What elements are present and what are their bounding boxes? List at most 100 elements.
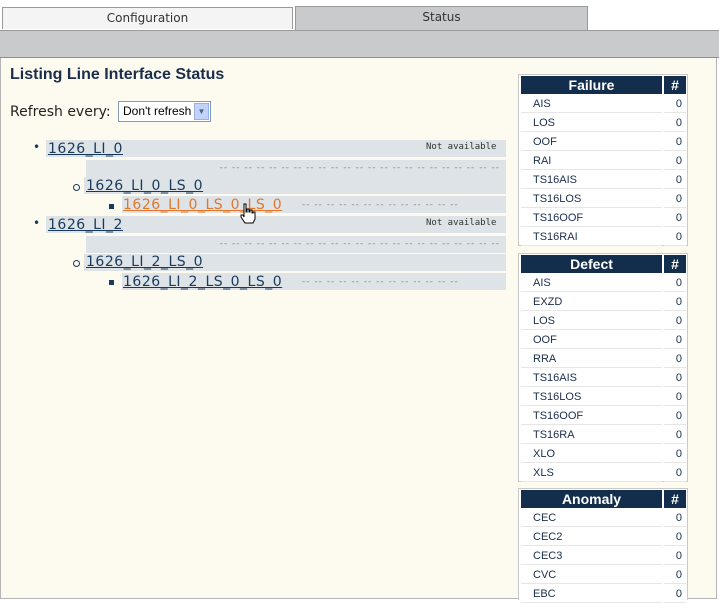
- defect-key: AIS: [521, 275, 662, 292]
- table-row: EBC 0: [519, 585, 687, 604]
- anomaly-value: 0: [664, 548, 686, 565]
- tree-link-li0-ls0-ls0[interactable]: 1626_LI_0_LS_0_LS_0: [123, 197, 282, 213]
- table-row: AIS 0: [519, 95, 687, 114]
- tree-link-li2[interactable]: 1626_LI_2: [48, 217, 123, 233]
- failure-key: LOS: [521, 115, 662, 132]
- tree-link-li0-ls0[interactable]: 1626_LI_0_LS_0: [86, 178, 203, 194]
- tab-bar: Configuration Status: [0, 0, 719, 31]
- defect-value: 0: [664, 275, 686, 292]
- anomaly-key: CEC3: [521, 548, 662, 565]
- table-row: RAI 0: [519, 152, 687, 171]
- tree-link-li0[interactable]: 1626_LI_0: [48, 141, 123, 157]
- anomaly-value: 0: [664, 510, 686, 527]
- anomaly-count-header: #: [664, 490, 686, 508]
- bullet-icon: •: [33, 140, 41, 154]
- defect-key: TS16OOF: [521, 408, 662, 425]
- circle-bullet-icon: [73, 184, 80, 191]
- defect-value: 0: [664, 332, 686, 349]
- defect-key: RRA: [521, 351, 662, 368]
- defect-key: XLO: [521, 446, 662, 463]
- defect-key: XLS: [521, 465, 662, 482]
- table-row: TS16LOS 0: [519, 388, 687, 407]
- square-bullet-icon: [109, 280, 114, 285]
- defect-key: TS16LOS: [521, 389, 662, 406]
- table-row: XLS 0: [519, 464, 687, 483]
- refresh-select[interactable]: Don't refresh ▼: [118, 101, 211, 122]
- table-row: TS16AIS 0: [519, 171, 687, 190]
- table-row: CEC2 0: [519, 528, 687, 547]
- table-row: XLO 0: [519, 445, 687, 464]
- defect-value: 0: [664, 351, 686, 368]
- table-row: CVC 0: [519, 566, 687, 585]
- failure-value: 0: [664, 96, 686, 113]
- bullet-icon: •: [33, 216, 41, 230]
- defect-value: 0: [664, 446, 686, 463]
- refresh-label: Refresh every:: [10, 104, 111, 120]
- failure-key: TS16OOF: [521, 210, 662, 227]
- status-text-li0: Not available: [426, 142, 497, 152]
- anomaly-key: CVC: [521, 567, 662, 584]
- failure-header: Failure: [521, 76, 662, 94]
- tab-content-header: [0, 30, 719, 58]
- defect-count-header: #: [664, 255, 686, 273]
- anomaly-header: Anomaly: [521, 490, 662, 508]
- circle-bullet-icon: [73, 260, 80, 267]
- failure-value: 0: [664, 229, 686, 246]
- anomaly-value: 0: [664, 529, 686, 546]
- defect-key: TS16RA: [521, 427, 662, 444]
- defect-value: 0: [664, 427, 686, 444]
- table-row: OOF 0: [519, 331, 687, 350]
- table-row: CEC3 0: [519, 547, 687, 566]
- anomaly-key: CEC: [521, 510, 662, 527]
- tree-row-dots: -- -- -- -- -- -- -- -- -- -- -- -- --: [302, 200, 459, 210]
- table-row: EXZD 0: [519, 293, 687, 312]
- table-row: TS16RAI 0: [519, 228, 687, 247]
- table-row: TS16RA 0: [519, 426, 687, 445]
- defect-key: LOS: [521, 313, 662, 330]
- defect-value: 0: [664, 313, 686, 330]
- failure-value: 0: [664, 134, 686, 151]
- square-bullet-icon: [109, 204, 114, 209]
- status-text-li2: Not available: [426, 218, 497, 228]
- table-row: TS16AIS 0: [519, 369, 687, 388]
- table-row: TS16OOF 0: [519, 209, 687, 228]
- tab-status[interactable]: Status: [295, 6, 588, 31]
- table-row: OOF 0: [519, 133, 687, 152]
- failure-key: AIS: [521, 96, 662, 113]
- table-row: LOS 0: [519, 114, 687, 133]
- anomaly-key: CEC2: [521, 529, 662, 546]
- failure-value: 0: [664, 210, 686, 227]
- tree-link-li2-ls0[interactable]: 1626_LI_2_LS_0: [86, 254, 203, 270]
- failure-value: 0: [664, 115, 686, 132]
- failure-value: 0: [664, 172, 686, 189]
- page-title: Listing Line Interface Status: [10, 66, 225, 83]
- table-row: TS16OOF 0: [519, 407, 687, 426]
- failure-table: Failure # AIS 0 LOS 0 OOF 0 RAI 0 TS16AIS 0 T…: [518, 74, 688, 246]
- defect-value: 0: [664, 408, 686, 425]
- tab-configuration[interactable]: Configuration: [2, 7, 293, 29]
- tree-link-li2-ls0-ls0[interactable]: 1626_LI_2_LS_0_LS_0: [123, 274, 282, 290]
- failure-key: OOF: [521, 134, 662, 151]
- defect-value: 0: [664, 465, 686, 482]
- chevron-down-icon[interactable]: ▼: [194, 103, 209, 120]
- tree-row-dots: -- -- -- -- -- -- -- -- -- -- -- -- -- -…: [86, 236, 506, 253]
- failure-value: 0: [664, 191, 686, 208]
- table-row: RRA 0: [519, 350, 687, 369]
- tree-row-dots: -- -- -- -- -- -- -- -- -- -- -- -- -- -…: [86, 160, 506, 177]
- table-row: TS16LOS 0: [519, 190, 687, 209]
- defect-value: 0: [664, 294, 686, 311]
- defect-value: 0: [664, 370, 686, 387]
- defect-key: OOF: [521, 332, 662, 349]
- defect-table: Defect # AIS 0 EXZD 0 LOS 0 OOF 0 RRA 0 TS16A…: [518, 253, 688, 482]
- failure-key: RAI: [521, 153, 662, 170]
- failure-value: 0: [664, 153, 686, 170]
- failure-count-header: #: [664, 76, 686, 94]
- defect-header: Defect: [521, 255, 662, 273]
- failure-key: TS16LOS: [521, 191, 662, 208]
- anomaly-key: EBC: [521, 586, 662, 603]
- anomaly-value: 0: [664, 567, 686, 584]
- hand-cursor-icon: [240, 203, 256, 224]
- anomaly-table: Anomaly # CEC 0 CEC2 0 CEC3 0 CVC 0 EBC 0: [518, 488, 688, 603]
- table-row: CEC 0: [519, 509, 687, 528]
- defect-key: TS16AIS: [521, 370, 662, 387]
